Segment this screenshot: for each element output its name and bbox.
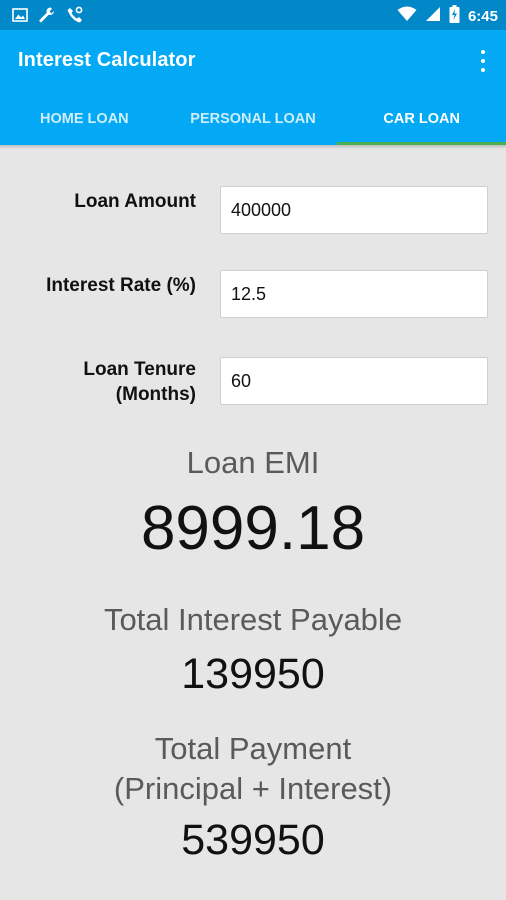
app-bar: Interest Calculator: [0, 30, 506, 92]
tab-shadow: [0, 145, 506, 149]
app-title: Interest Calculator: [18, 49, 196, 71]
loan-tenure-input[interactable]: [220, 357, 488, 405]
loan-type-tabs: HOME LOAN PERSONAL LOAN CAR LOAN: [0, 92, 506, 145]
tab-car-loan[interactable]: CAR LOAN: [337, 92, 506, 145]
emi-value: 8999.18: [140, 494, 366, 563]
interest-rate-label: Interest Rate (%): [46, 275, 196, 296]
battery-icon: [449, 5, 460, 28]
tab-personal-loan[interactable]: PERSONAL LOAN: [169, 92, 338, 145]
total-payment-label-line2: (Principal + Interest): [113, 771, 393, 806]
image-icon: [12, 8, 28, 27]
signal-icon: [425, 6, 441, 27]
status-bar: 6:45: [0, 0, 506, 30]
notification-icons: [12, 6, 84, 29]
total-interest-value: 139950: [181, 650, 325, 698]
loan-tenure-label-line2: (Months): [115, 384, 196, 405]
tab-home-loan[interactable]: HOME LOAN: [0, 92, 169, 145]
loan-amount-input[interactable]: [220, 186, 488, 234]
total-payment-label-line1: Total Payment: [154, 731, 352, 766]
interest-rate-input[interactable]: [220, 270, 488, 318]
phone-settings-icon: [66, 6, 84, 29]
total-interest-label: Total Interest Payable: [103, 602, 403, 637]
emi-label: Loan EMI: [186, 445, 320, 480]
overflow-menu-icon[interactable]: [478, 50, 488, 72]
system-icons: 6:45: [397, 5, 498, 28]
loan-tenure-label: Loan Tenure (Months): [83, 357, 196, 407]
status-time: 6:45: [467, 7, 498, 25]
loan-amount-label: Loan Amount: [74, 191, 196, 212]
loan-tenure-label-line1: Loan Tenure: [83, 359, 196, 380]
total-payment-value: 539950: [181, 816, 325, 864]
wifi-icon: [397, 6, 417, 27]
wrench-icon: [38, 6, 56, 29]
